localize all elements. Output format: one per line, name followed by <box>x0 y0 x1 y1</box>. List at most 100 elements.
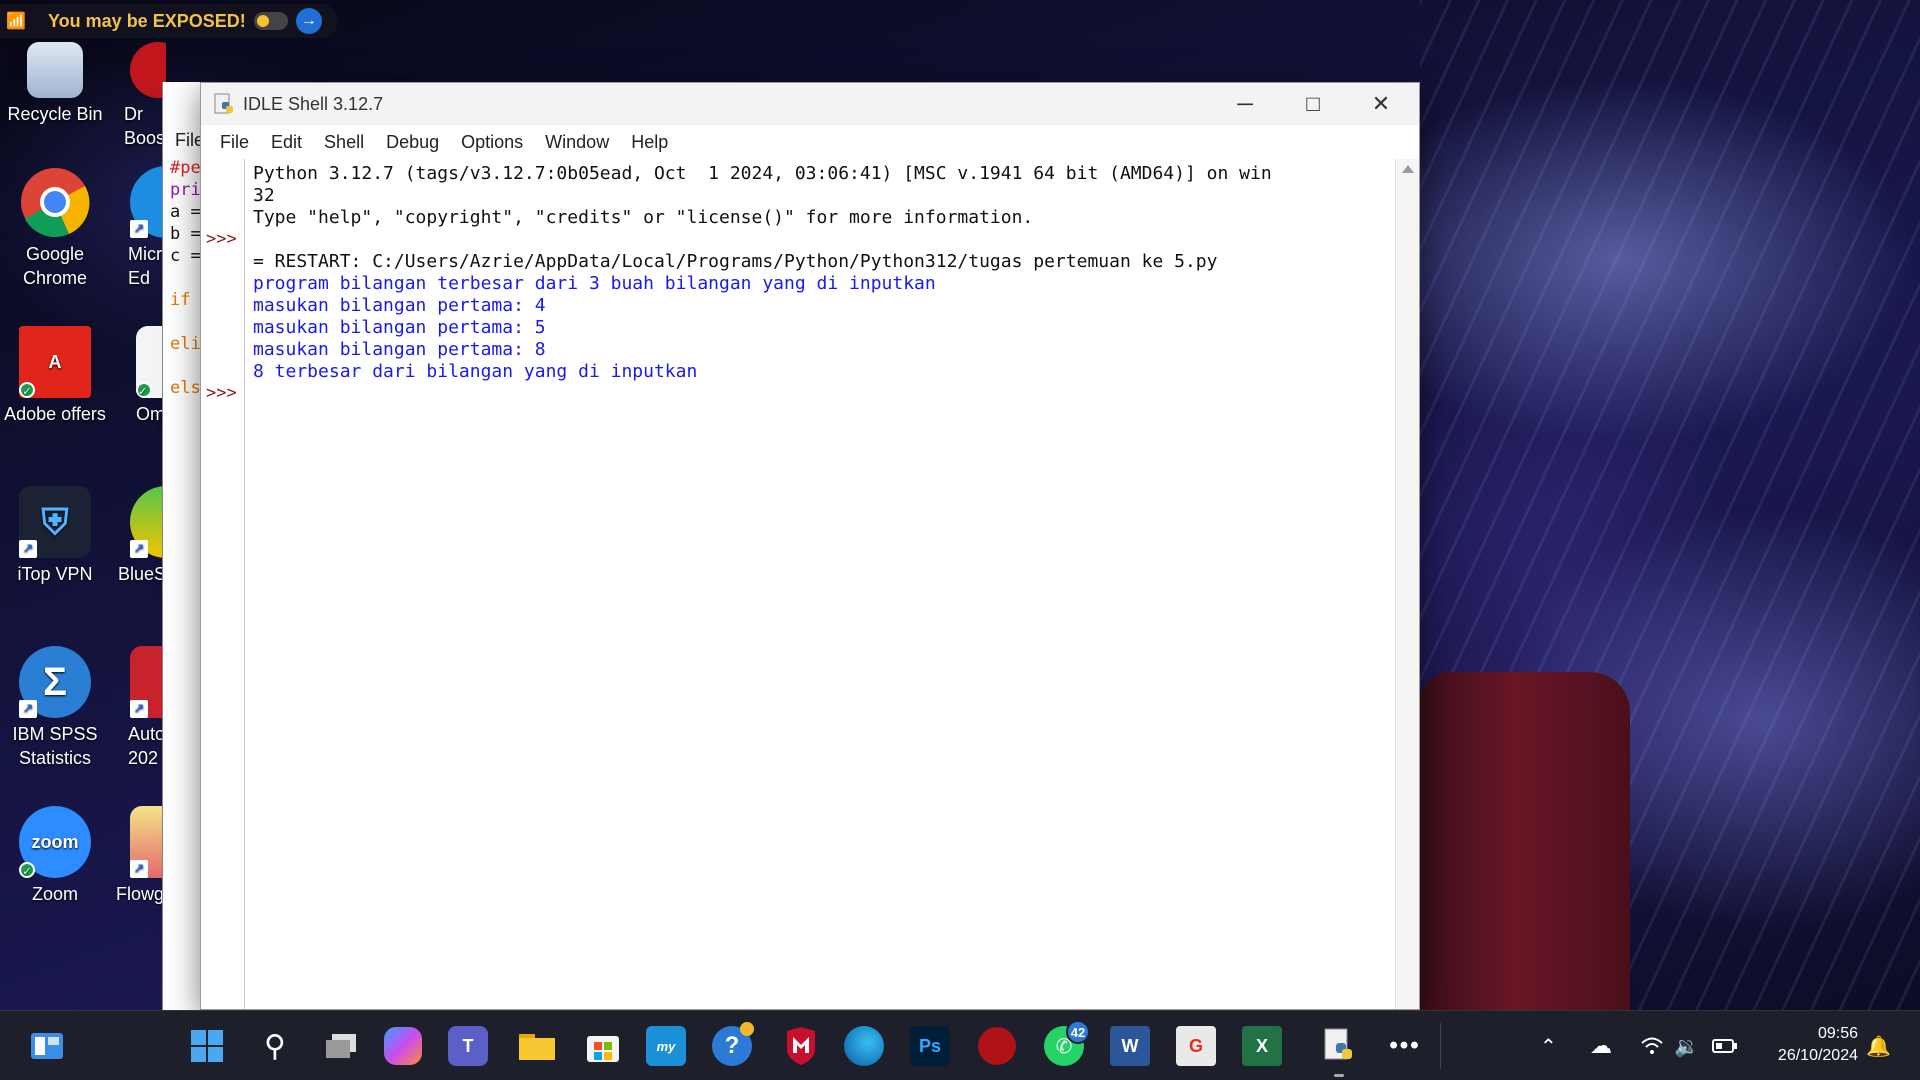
copilot-icon[interactable] <box>384 1027 422 1065</box>
volume-icon[interactable]: 🔉 <box>1674 1011 1699 1080</box>
edge-taskbar-icon[interactable] <box>844 1026 884 1066</box>
desktop-icon-recycle-bin[interactable]: Recycle Bin <box>0 36 110 126</box>
close-button[interactable]: ✕ <box>1347 83 1415 125</box>
title-bar[interactable]: IDLE Shell 3.12.7 ─ □ ✕ <box>201 83 1419 125</box>
help-icon[interactable]: ? <box>712 1022 754 1066</box>
flowgorithm-icon: ↗ <box>130 806 166 878</box>
desktop-icon-label: Google Chrome <box>22 244 88 288</box>
clock-date: 26/10/2024 <box>1777 1047 1858 1064</box>
desktop-icon-bluestacks[interactable]: ↗ BlueS <box>110 486 166 586</box>
start-button[interactable] <box>184 1023 230 1069</box>
menu-file[interactable]: File <box>211 128 258 157</box>
shell-output-line: 32 <box>253 185 275 206</box>
banner-text: You may be EXPOSED! <box>48 10 246 31</box>
recycle-bin-icon <box>27 42 83 98</box>
menu-window[interactable]: Window <box>536 128 618 157</box>
desktop-icon-label: Micr Ed <box>128 244 162 288</box>
shell-output-line: masukan bilangan pertama: 4 <box>253 295 546 316</box>
prompt-gutter: >>> >>> <box>201 159 245 1009</box>
vertical-scrollbar[interactable] <box>1395 159 1419 1009</box>
microsoft-store-icon[interactable] <box>580 1023 626 1069</box>
search-icon[interactable]: ⚲ <box>252 1023 298 1069</box>
shell-output-line: 8 terbesar dari bilangan yang di inputka… <box>253 361 698 382</box>
shell-prompt: >>> <box>206 383 237 403</box>
file-explorer-icon[interactable] <box>514 1023 560 1069</box>
excel-icon[interactable]: X <box>1242 1026 1282 1066</box>
shell-output-line: program bilangan terbesar dari 3 buah bi… <box>253 273 936 294</box>
game-booster-icon[interactable] <box>978 1027 1016 1065</box>
idle-app-icon <box>213 93 235 115</box>
show-hidden-icons-chevron-icon[interactable]: ⌃ <box>1540 1011 1557 1080</box>
more-apps-icon[interactable]: ••• <box>1382 1023 1428 1069</box>
mcafee-icon[interactable] <box>778 1023 824 1069</box>
zoom-icon: zoom ✓ <box>19 806 91 878</box>
desktop-icon-label: Recycle Bin <box>7 104 103 124</box>
desktop-icon-google-chrome[interactable]: Google Chrome <box>0 166 110 290</box>
idle-taskbar-icon[interactable] <box>1316 1023 1362 1077</box>
desktop-icon-flowgorithm[interactable]: ↗ Flowg <box>110 806 166 906</box>
shell-output-line: = RESTART: C:/Users/Azrie/AppData/Local/… <box>253 251 1218 272</box>
maximize-button[interactable]: □ <box>1279 83 1347 125</box>
desktop-icon-om[interactable]: ✓ Om <box>110 326 166 426</box>
whatsapp-icon[interactable]: ✆ 42 <box>1044 1020 1090 1066</box>
desktop-icon-ibm-spss[interactable]: Σ ↗ IBM SPSS Statistics <box>0 646 110 770</box>
wifi-icon[interactable] <box>1640 1011 1664 1080</box>
desktop-icon-label: Auto 202 <box>128 724 166 768</box>
desktop-icon-itop-vpn[interactable]: ⛨ ↗ iTop VPN <box>0 486 110 586</box>
desktop-icon-microsoft-edge[interactable]: ↗ Micr Ed <box>110 166 166 290</box>
desktop-icon-autocad[interactable]: ↗ Auto 202 <box>110 646 166 770</box>
desktop-icon-label: IBM SPSS Statistics <box>12 724 98 768</box>
desktop-icon-label: Om <box>136 404 165 424</box>
itop-vpn-icon: ⛨ ↗ <box>19 486 91 558</box>
menu-bar: File Edit Shell Debug Options Window Hel… <box>201 125 1419 159</box>
battery-icon[interactable] <box>1712 1011 1738 1080</box>
widgets-button[interactable] <box>24 1023 70 1069</box>
menu-shell[interactable]: Shell <box>315 128 373 157</box>
bluestacks-icon: ↗ <box>130 486 166 558</box>
desktop-icon-label: Dr Boos <box>124 104 166 148</box>
shell-output-line: masukan bilangan pertama: 8 <box>253 339 546 360</box>
idle-shell-window[interactable]: IDLE Shell 3.12.7 ─ □ ✕ File Edit Shell … <box>200 82 1420 1010</box>
desktop-icon-adobe-offers[interactable]: A ✓ Adobe offers <box>0 326 110 426</box>
teams-icon[interactable]: T <box>448 1026 488 1066</box>
clock-time: 09:56 <box>1817 1025 1858 1042</box>
spss-icon: Σ ↗ <box>19 646 91 718</box>
menu-debug[interactable]: Debug <box>377 128 448 157</box>
desktop-icon-zoom[interactable]: zoom ✓ Zoom <box>0 806 110 906</box>
taskbar-divider <box>1440 1023 1441 1069</box>
shell-output-line: masukan bilangan pertama: 5 <box>253 317 546 338</box>
adobe-icon: A ✓ <box>19 326 91 398</box>
desktop-icon-label: Flowg <box>116 884 165 904</box>
task-view-button[interactable] <box>318 1023 364 1069</box>
security-banner[interactable]: 📶 You may be EXPOSED! → <box>0 4 338 38</box>
myhp-icon[interactable]: my <box>646 1026 686 1066</box>
vpn-toggle[interactable] <box>253 12 288 30</box>
word-icon[interactable]: W <box>1110 1026 1150 1066</box>
driver-booster-icon <box>130 42 166 98</box>
scroll-up-arrow-icon[interactable] <box>1402 165 1414 173</box>
shell-prompt: >>> <box>206 229 237 249</box>
minimize-button[interactable]: ─ <box>1211 83 1279 125</box>
shell-output-line: Python 3.12.7 (tags/v3.12.7:0b05ead, Oct… <box>253 163 1272 184</box>
foxit-pdf-icon[interactable]: G <box>1176 1026 1216 1066</box>
notification-bell-icon[interactable]: 🔔 <box>1866 1011 1891 1080</box>
menu-help[interactable]: Help <box>622 128 677 157</box>
onedrive-cloud-icon[interactable]: ☁ <box>1590 1011 1612 1080</box>
edge-icon: ↗ <box>130 166 166 238</box>
notification-badge: 42 <box>1066 1020 1090 1044</box>
photoshop-icon[interactable]: Ps <box>910 1026 950 1066</box>
taskbar: ⚲ T my ? Ps ✆ 42 W G X ••• ⌃ ☁ 🔉 09:56 2… <box>0 1010 1920 1080</box>
desktop-icon-label: Zoom <box>31 884 78 904</box>
menu-edit[interactable]: Edit <box>262 128 311 157</box>
menu-options[interactable]: Options <box>452 128 532 157</box>
desktop-icon-driver-booster[interactable]: Dr Boos <box>110 36 166 150</box>
desktop-icon-label: iTop VPN <box>17 564 93 584</box>
shell-output-line: Type "help", "copyright", "credits" or "… <box>253 207 1034 228</box>
shell-output[interactable]: Python 3.12.7 (tags/v3.12.7:0b05ead, Oct… <box>253 159 1391 1009</box>
clock[interactable]: 09:56 26/10/2024 <box>1778 1023 1858 1067</box>
wallpaper-mug <box>1420 672 1630 1010</box>
shell-output-line <box>253 229 1391 251</box>
desktop-icon-label: BlueS <box>118 564 166 584</box>
signal-warning-icon: 📶 <box>6 13 26 30</box>
arrow-right-icon[interactable]: → <box>295 8 322 34</box>
